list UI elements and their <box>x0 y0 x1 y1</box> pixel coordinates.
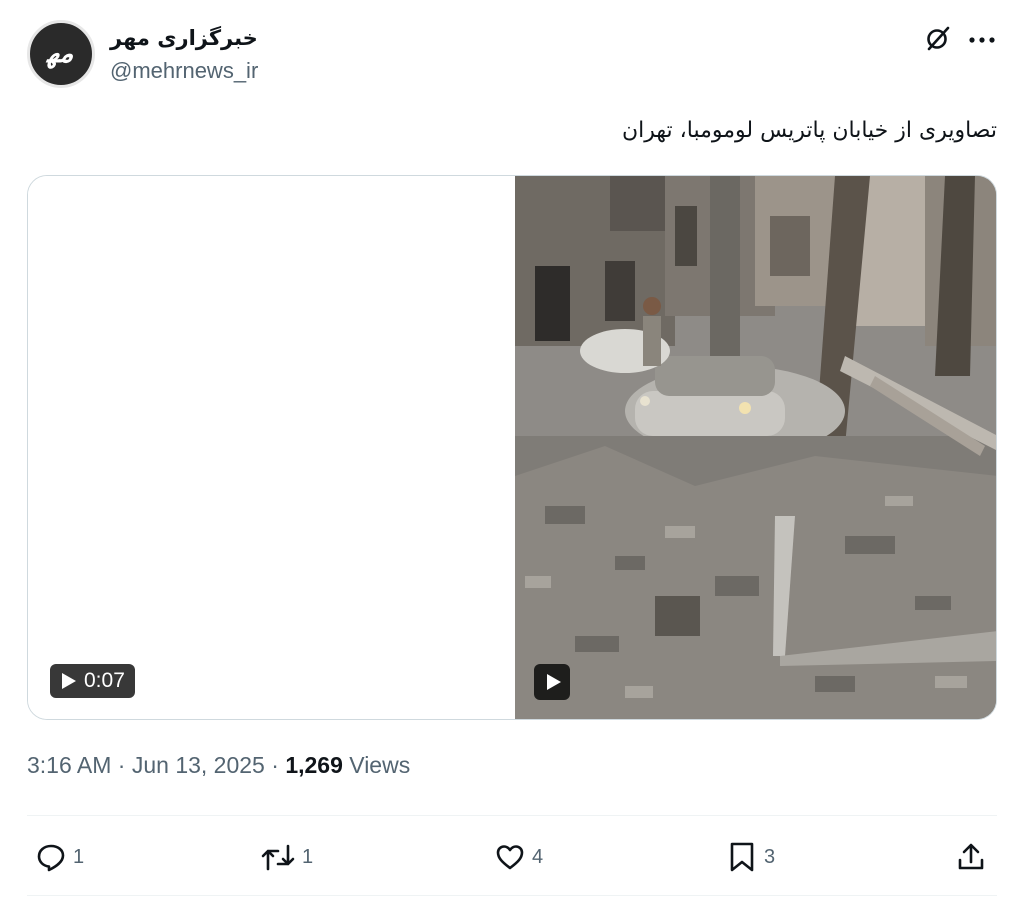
street-rubble-image <box>515 176 996 719</box>
grok-icon[interactable] <box>925 24 951 52</box>
share-icon <box>958 843 984 870</box>
author-display-name[interactable]: خبرگزاری مهر <box>110 26 258 50</box>
more-icon[interactable] <box>967 24 997 52</box>
video-duration: 0:07 <box>84 669 125 692</box>
mehr-logo-icon: ﻣﻬ <box>45 39 77 69</box>
like-count: 4 <box>532 845 544 868</box>
bookmark-button[interactable]: 3 <box>726 834 775 880</box>
video-1[interactable]: 0:07 <box>28 176 515 719</box>
repost-icon <box>261 844 295 871</box>
share-button[interactable] <box>955 834 987 880</box>
media-grid[interactable]: 0:07 <box>27 175 997 720</box>
views-count: 1,269 <box>285 752 343 778</box>
heart-icon <box>496 845 524 870</box>
author-handle[interactable]: @mehrnews_ir <box>110 58 258 84</box>
tweet-text: تصاویری از خیابان پاتریس لومومبا، تهران <box>621 118 997 143</box>
divider <box>27 895 997 896</box>
tweet-meta: 3:16 AM · Jun 13, 2025 · 1,269 Views <box>27 752 410 779</box>
divider <box>27 815 997 816</box>
reply-button[interactable]: 1 <box>35 834 84 880</box>
reply-icon <box>37 844 65 872</box>
video-2-play-badge <box>534 664 570 700</box>
reply-count: 1 <box>73 845 85 868</box>
tweet-header: ﻣﻬ خبرگزاری مهر @mehrnews_ir <box>27 19 997 91</box>
tweet-time[interactable]: 3:16 AM <box>27 752 111 778</box>
play-icon <box>547 674 561 690</box>
meta-separator: · <box>117 752 126 778</box>
action-bar: 1 1 4 3 <box>27 834 997 880</box>
video-duration-badge: 0:07 <box>50 664 135 698</box>
repost-count: 1 <box>302 845 314 868</box>
video-2[interactable] <box>515 176 996 719</box>
like-button[interactable]: 4 <box>494 834 543 880</box>
meta-separator: · <box>271 752 279 778</box>
bookmark-icon <box>730 842 754 872</box>
tweet-date[interactable]: Jun 13, 2025 <box>132 752 265 778</box>
views-label: Views <box>349 752 411 778</box>
play-icon <box>62 673 76 689</box>
avatar[interactable]: ﻣﻬ <box>27 20 95 88</box>
repost-button[interactable]: 1 <box>260 834 313 880</box>
bookmark-count: 3 <box>764 845 776 868</box>
